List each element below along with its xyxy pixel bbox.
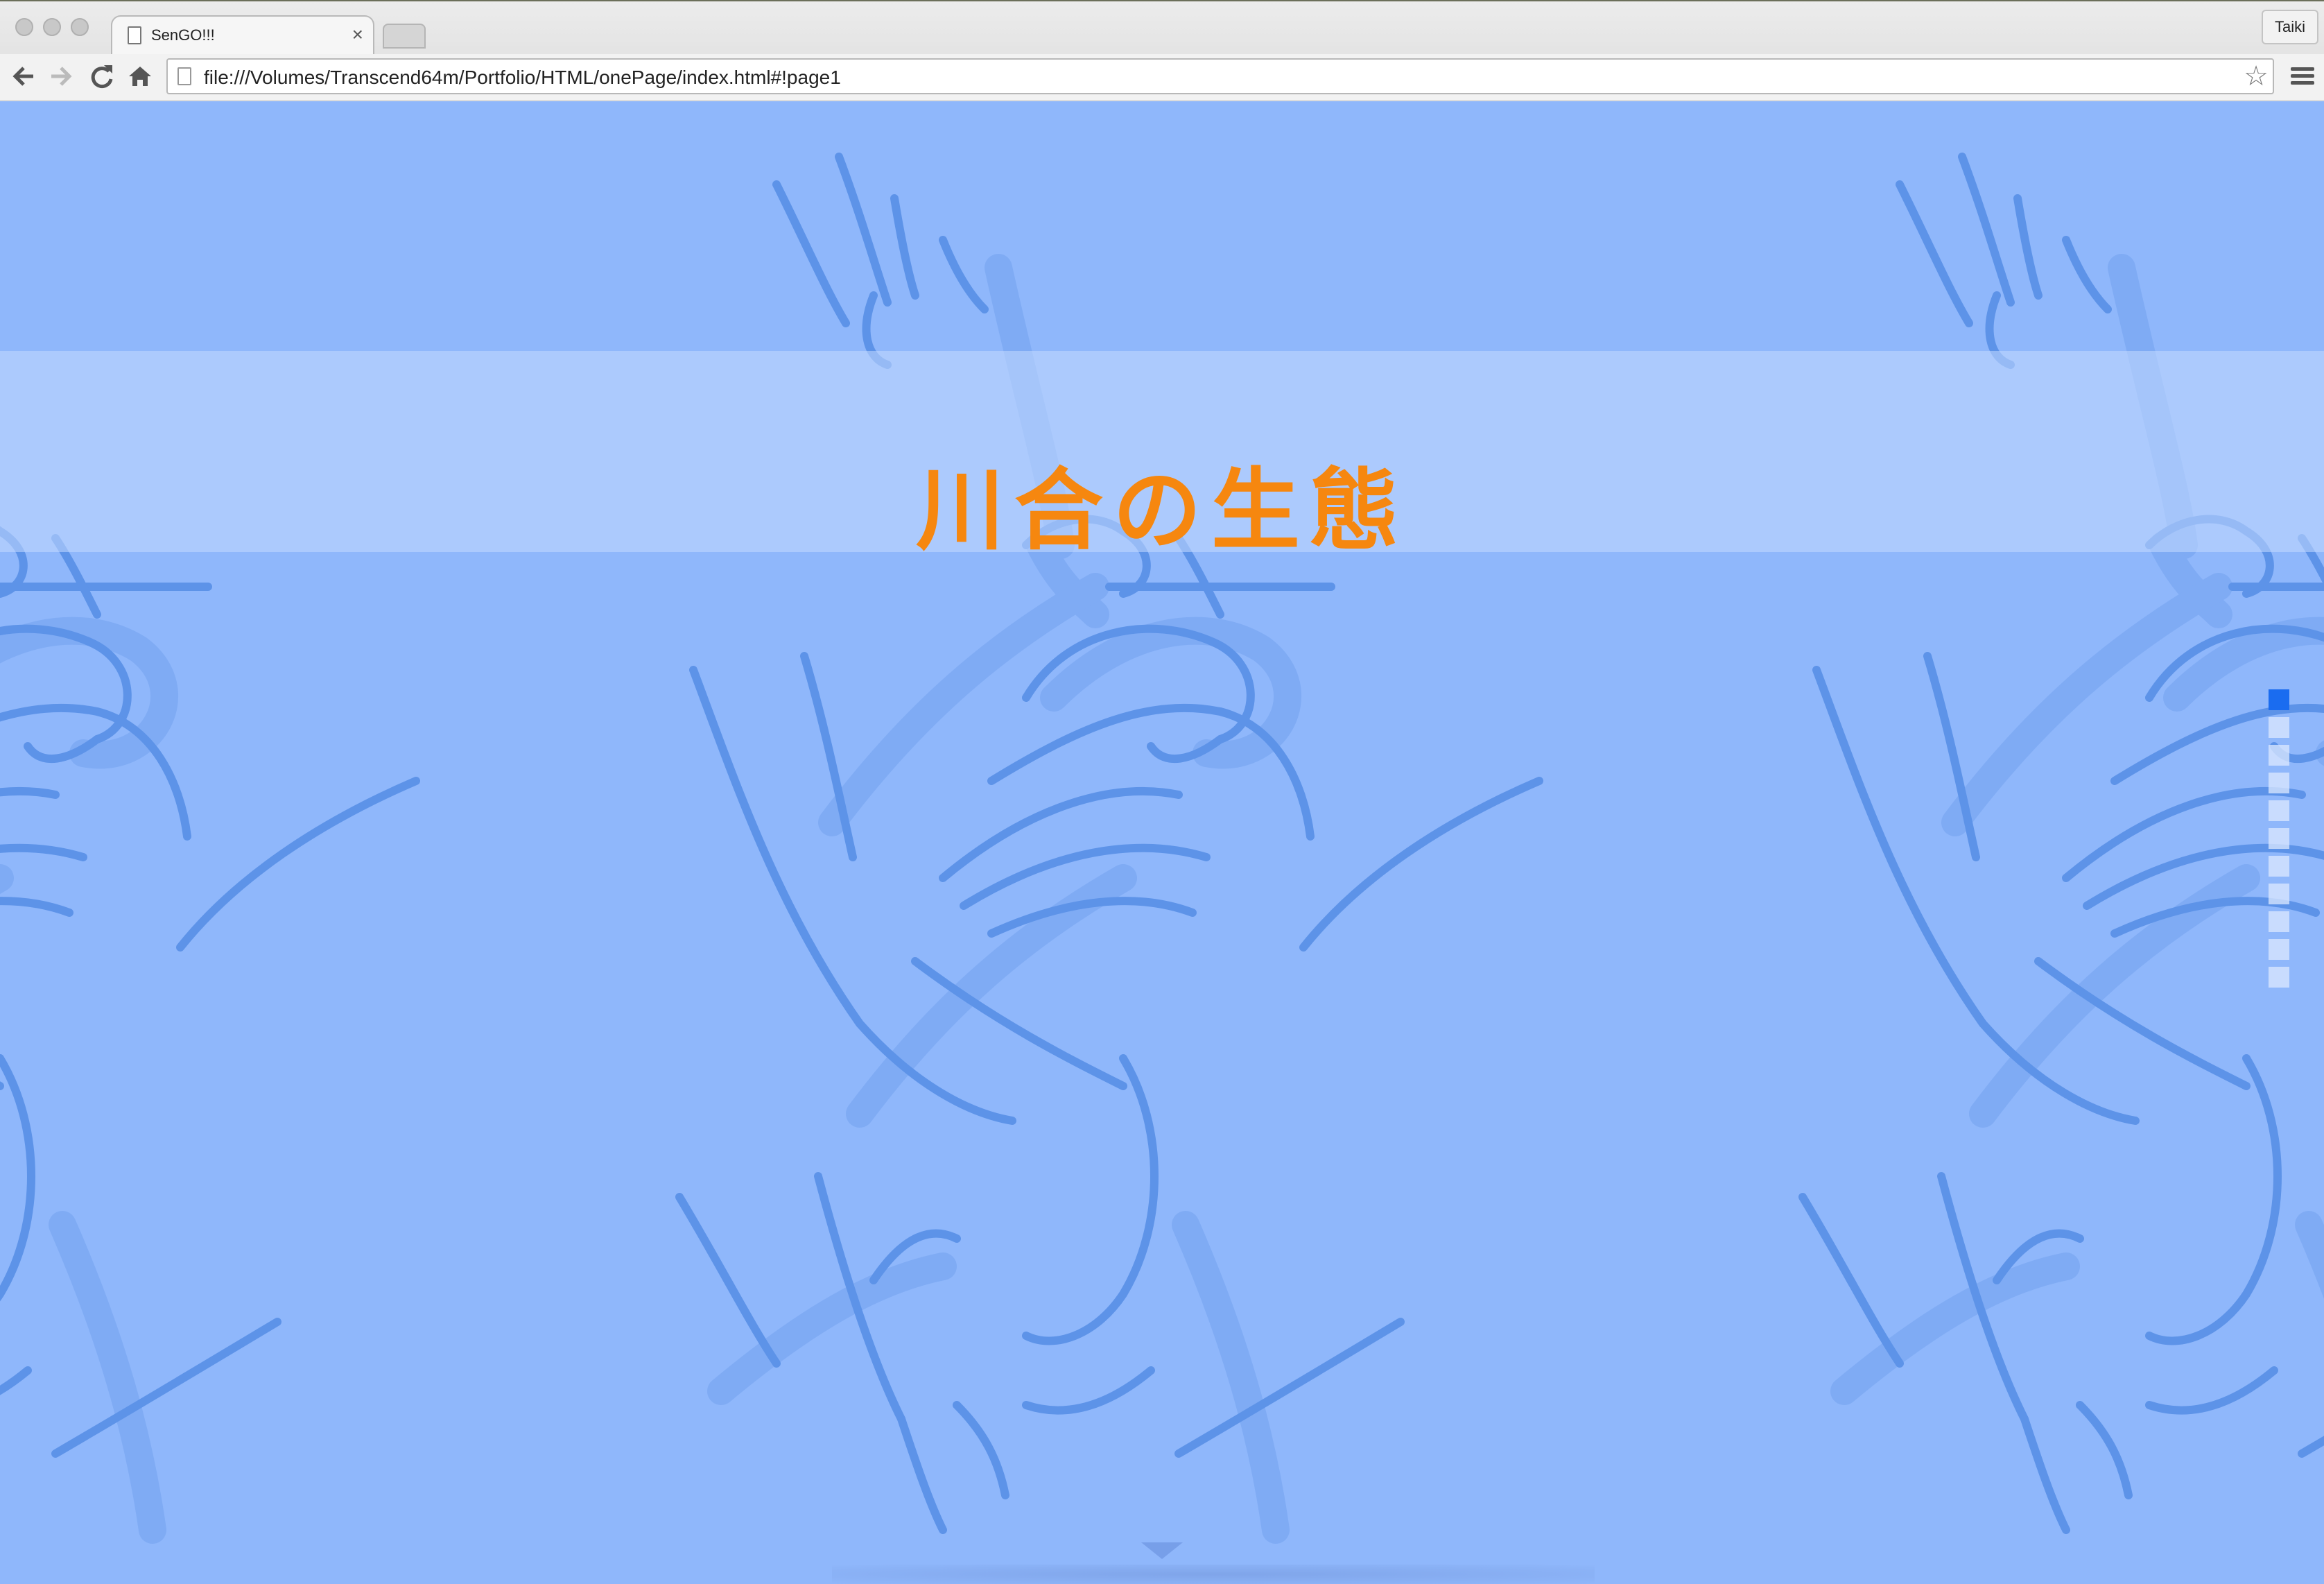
page-title: 川合の生態 <box>915 458 1408 562</box>
tab-sengo[interactable]: SenGO!!! × <box>111 15 374 54</box>
section-nav-dots[interactable] <box>2269 689 2291 995</box>
section-dot-8[interactable] <box>2269 884 2289 904</box>
reload-icon <box>91 65 113 89</box>
tab-close-icon[interactable]: × <box>352 24 363 46</box>
down-triangle-icon[interactable] <box>1141 1542 1183 1559</box>
section-dot-7[interactable] <box>2269 856 2289 877</box>
profile-button[interactable]: Taiki <box>2262 10 2318 44</box>
hamburger-menu-icon[interactable] <box>2291 64 2314 89</box>
document-icon <box>128 26 141 44</box>
reload-button[interactable] <box>86 61 116 92</box>
new-tab-button[interactable] <box>383 24 426 49</box>
home-button[interactable] <box>125 61 155 92</box>
address-bar[interactable]: file:///Volumes/Transcend64m/Portfolio/H… <box>166 58 2274 94</box>
page-icon <box>177 67 191 85</box>
section-dot-5[interactable] <box>2269 800 2289 821</box>
hero-banner: 川合の生態 <box>0 351 2324 562</box>
section-dot-9[interactable] <box>2269 911 2289 932</box>
scroll-shadow <box>832 1565 1595 1584</box>
section-dot-3[interactable] <box>2269 745 2289 766</box>
section-dot-1[interactable] <box>2269 689 2289 710</box>
minimize-window-button[interactable] <box>43 18 61 36</box>
section-dot-2[interactable] <box>2269 717 2289 738</box>
url-text[interactable]: file:///Volumes/Transcend64m/Portfolio/H… <box>204 67 841 89</box>
browser-toolbar: file:///Volumes/Transcend64m/Portfolio/H… <box>0 54 2324 100</box>
back-button[interactable] <box>8 61 39 92</box>
page-viewport: 川合の生態 <box>0 101 2324 1584</box>
bird-sketch-background <box>0 101 2324 1584</box>
section-dot-6[interactable] <box>2269 828 2289 849</box>
section-dot-10[interactable] <box>2269 939 2289 960</box>
section-dot-4[interactable] <box>2269 773 2289 793</box>
browser-chrome: SenGO!!! × Taiki file:///Volumes/Transce… <box>0 0 2324 103</box>
close-window-button[interactable] <box>15 18 33 36</box>
window-top-border <box>0 0 2324 1</box>
arrow-right-icon <box>51 67 72 86</box>
star-icon[interactable]: ☆ <box>2244 61 2269 92</box>
zoom-window-button[interactable] <box>71 18 89 36</box>
forward-button[interactable] <box>46 61 76 92</box>
arrow-left-icon <box>12 67 33 86</box>
home-icon <box>129 67 151 86</box>
section-dot-11[interactable] <box>2269 967 2289 988</box>
tab-title: SenGO!!! <box>151 26 215 44</box>
